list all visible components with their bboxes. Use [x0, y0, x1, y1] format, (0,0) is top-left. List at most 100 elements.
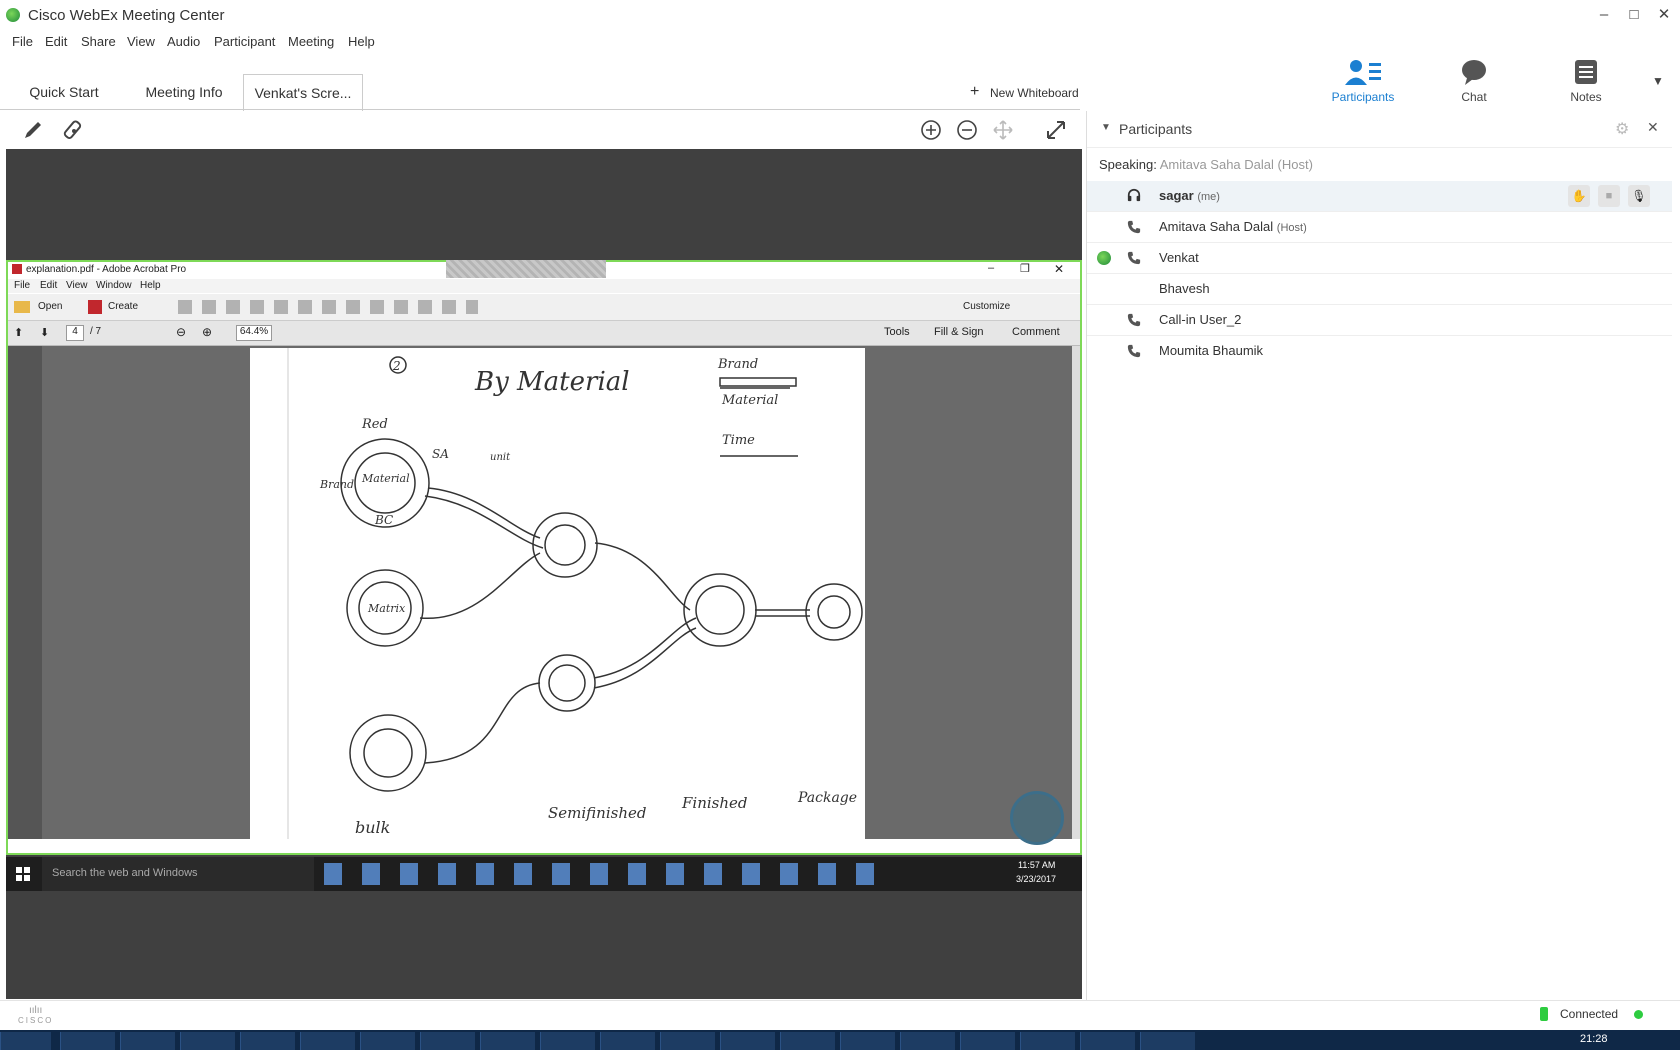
taskbar-app-icon[interactable]: [1140, 1032, 1195, 1050]
tab-divider: [0, 109, 1080, 110]
participant-suffix: (Host): [1276, 222, 1307, 234]
taskbar-app-icon[interactable]: [420, 1032, 475, 1050]
taskbar-app-icon[interactable]: [660, 1032, 715, 1050]
phone-icon: [1127, 344, 1141, 358]
participant-row-moumita[interactable]: Moumita Bhaumik: [1087, 336, 1672, 366]
tab-bar: Quick Start Meeting Info Venkat's Scre..…: [0, 74, 1080, 111]
minimize-button[interactable]: –: [1592, 4, 1616, 26]
menu-help[interactable]: Help: [348, 34, 375, 49]
cisco-logo: ıılıı CISCO: [18, 1005, 53, 1025]
notes-icon: [1575, 60, 1597, 84]
video-camera-icon[interactable]: ■: [1598, 185, 1620, 207]
cisco-bars-icon: ıılıı: [29, 1005, 43, 1016]
panel-options-dropdown-icon[interactable]: ▼: [1652, 74, 1664, 88]
participants-panel-button[interactable]: Participants: [1323, 58, 1403, 104]
tab-venkats-screen[interactable]: Venkat's Scre...: [243, 74, 363, 111]
taskbar-app-icon[interactable]: [900, 1032, 955, 1050]
sketch-legend-material: Material: [721, 393, 778, 408]
sketch-label-finished: Finished: [681, 794, 748, 812]
participant-row-sagar[interactable]: sagar (me) ✋ ■ 🎙: [1087, 181, 1672, 212]
zoom-in-icon[interactable]: [920, 119, 942, 141]
sketch-label-bulk: bulk: [355, 818, 390, 837]
next-page-icon: ⬇: [40, 327, 50, 339]
speaking-name: Amitava Saha Dalal (Host): [1159, 157, 1313, 172]
fullscreen-icon[interactable]: [1044, 118, 1068, 142]
collapse-triangle-icon[interactable]: ▼: [1101, 122, 1111, 133]
taskbar-app-icon[interactable]: [300, 1032, 355, 1050]
taskbar-app-icon[interactable]: [60, 1032, 115, 1050]
tab-meeting-info[interactable]: Meeting Info: [128, 74, 240, 110]
taskbar-app-icon[interactable]: [960, 1032, 1015, 1050]
shared-acrobat-window: explanation.pdf - Adobe Acrobat Pro – ❐ …: [6, 260, 1082, 855]
taskbar-app-icon[interactable]: [480, 1032, 535, 1050]
participant-row-bhavesh[interactable]: Bhavesh: [1087, 274, 1672, 305]
close-panel-icon[interactable]: ✕: [1647, 119, 1659, 136]
participant-name: Amitava Saha Dalal: [1159, 219, 1274, 234]
participant-row-callin-user[interactable]: Call-in User_2: [1087, 305, 1672, 336]
menu-edit[interactable]: Edit: [45, 34, 67, 49]
notes-panel-button[interactable]: Notes: [1546, 58, 1626, 104]
acrobat-minimize-icon: –: [988, 262, 995, 274]
taskbar-app-icon[interactable]: [120, 1032, 175, 1050]
phone-icon: [1127, 251, 1141, 265]
os-taskbar: 21:28: [0, 1030, 1680, 1050]
tab-quick-start[interactable]: Quick Start: [10, 74, 118, 110]
start-orb-icon[interactable]: [0, 1032, 51, 1050]
create-pdf-icon: [88, 300, 102, 314]
settings-gear-icon[interactable]: ⚙: [1615, 119, 1629, 139]
move-icon[interactable]: [992, 119, 1014, 141]
taskbar-app-icon[interactable]: [540, 1032, 595, 1050]
menu-participant[interactable]: Participant: [214, 34, 275, 49]
os-clock: 21:28: [1580, 1033, 1608, 1045]
menu-meeting[interactable]: Meeting: [288, 34, 334, 49]
close-button[interactable]: ✕: [1652, 4, 1676, 26]
taskbar-app-icon[interactable]: [780, 1032, 835, 1050]
sketch-label-brand: Brand: [319, 478, 354, 491]
sketch-label-semifinished: Semifinished: [548, 804, 646, 822]
taskbar-app-icon[interactable]: [1020, 1032, 1075, 1050]
participant-row-amitava[interactable]: Amitava Saha Dalal (Host): [1087, 212, 1672, 243]
taskbar-app-icon[interactable]: [180, 1032, 235, 1050]
taskbar-app-icon[interactable]: [240, 1032, 295, 1050]
phone-icon: [1127, 313, 1141, 327]
taskbar-app-icon[interactable]: [360, 1032, 415, 1050]
acrobat-nav-toolbar: ⬆ ⬇ 4 / 7 ⊖ ⊕ 64.4% Tools Fill & Sign Co…: [8, 321, 1080, 346]
menu-audio[interactable]: Audio: [167, 34, 200, 49]
cisco-logo-text: CISCO: [18, 1016, 54, 1025]
chat-panel-button[interactable]: Chat: [1434, 58, 1514, 104]
participants-icon: [1345, 60, 1381, 85]
acrobat-title: explanation.pdf - Adobe Acrobat Pro: [26, 264, 187, 275]
acrobat-menu-window: Window: [96, 280, 132, 291]
acrobat-zoom-field: 64.4%: [236, 325, 272, 341]
acrobat-comment-label: Comment: [1012, 326, 1060, 338]
pen-icon[interactable]: [22, 119, 44, 141]
menu-share[interactable]: Share: [81, 34, 116, 49]
acrobat-scrollbar: [1072, 346, 1080, 839]
maximize-button[interactable]: □: [1622, 4, 1646, 26]
sketch-label-red: Red: [361, 417, 388, 432]
participant-name: Call-in User_2: [1159, 312, 1242, 327]
sketch-title: By Material: [474, 367, 630, 397]
raise-hand-icon[interactable]: ✋: [1568, 185, 1590, 207]
acrobat-tools-label: Tools: [884, 326, 910, 338]
acrobat-document-area: 2 By Material Brand Material Time Materi…: [42, 346, 1072, 845]
taskbar-app-icon[interactable]: [720, 1032, 775, 1050]
plus-icon: +: [970, 83, 980, 100]
taskbar-app-icon[interactable]: [840, 1032, 895, 1050]
share-toolbar: [6, 111, 1082, 149]
mute-microphone-icon[interactable]: 🎙: [1628, 185, 1650, 207]
taskbar-app-icon[interactable]: [1080, 1032, 1135, 1050]
remote-control-icon[interactable]: [62, 119, 86, 143]
taskbar-app-icon[interactable]: [600, 1032, 655, 1050]
shared-clock-time: 11:57 AM: [1018, 860, 1056, 870]
participant-name: Moumita Bhaumik: [1159, 343, 1264, 358]
shared-windows-taskbar: Search the web and Windows 11:57 AM 3/23…: [6, 857, 1082, 891]
sketch-label-sa: SA: [432, 447, 449, 461]
menu-file[interactable]: File: [12, 34, 33, 49]
participant-row-venkat[interactable]: Venkat: [1087, 243, 1672, 274]
participant-name: Venkat: [1159, 250, 1199, 265]
new-whiteboard-button[interactable]: New Whiteboard: [990, 86, 1079, 100]
participant-name: Bhavesh: [1159, 281, 1210, 296]
menu-view[interactable]: View: [127, 34, 155, 49]
zoom-out-icon[interactable]: [956, 119, 978, 141]
